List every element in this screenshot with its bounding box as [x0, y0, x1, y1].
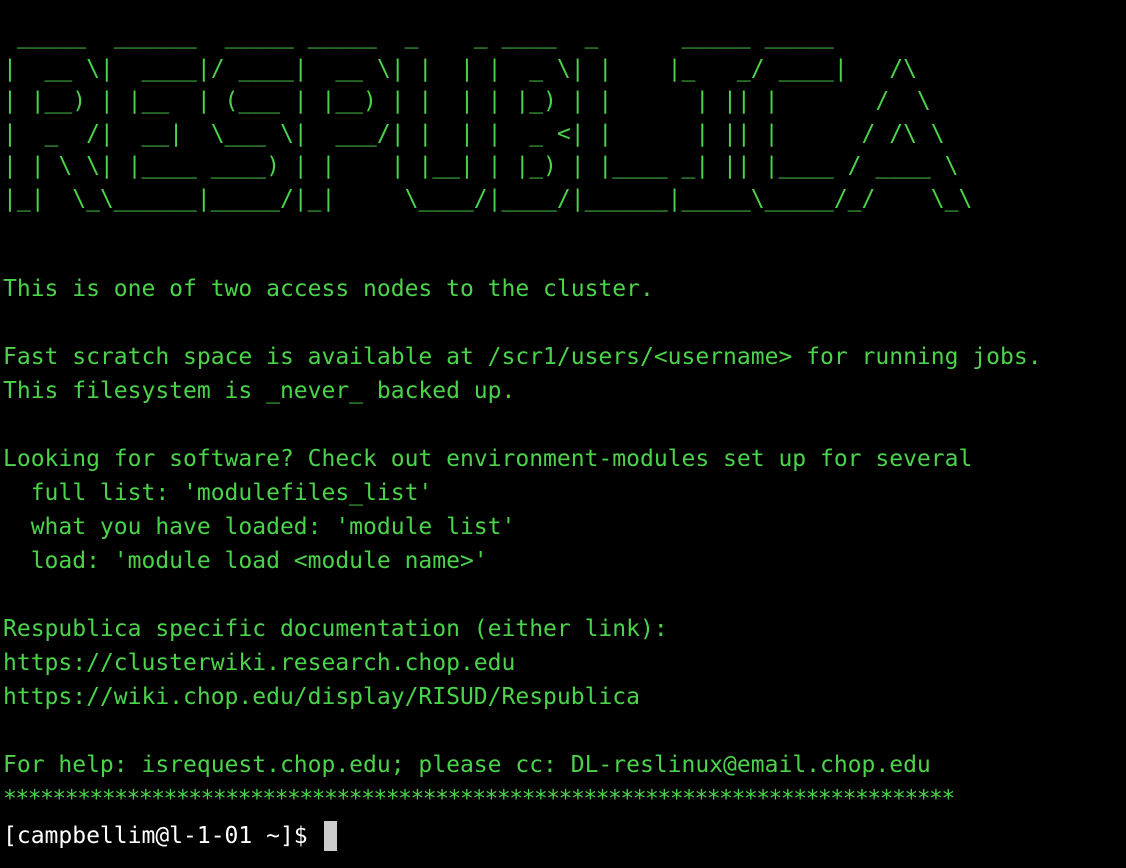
- motd-line: This filesystem is _never_ backed up.: [3, 378, 516, 404]
- doc-link: https://wiki.chop.edu/display/RISUD/Resp…: [3, 684, 640, 710]
- motd-line: Looking for software? Check out environm…: [3, 446, 973, 472]
- motd-line: This is one of two access nodes to the c…: [3, 276, 654, 302]
- ascii-banner: _____ ______ _____ _____ _ _ ____ _ ____…: [3, 20, 1126, 215]
- banner-line: | | \ \| |____ ____) | | | |__| | |_) | …: [3, 153, 959, 179]
- separator-line: ****************************************…: [3, 786, 955, 812]
- motd-line: Respublica specific documentation (eithe…: [3, 616, 668, 642]
- banner-line: | |__) | |__ | (___ | |__) | | | | |_) |…: [3, 88, 931, 114]
- terminal-window[interactable]: _____ ______ _____ _____ _ _ ____ _ ____…: [0, 0, 1126, 868]
- banner-line: _____ ______ _____ _____ _ _ ____ _ ____…: [3, 23, 834, 49]
- cursor-block: [323, 821, 337, 851]
- motd-line: what you have loaded: 'module list': [3, 514, 516, 540]
- banner-line: | _ /| __| \___ \| ___/| | | | _ <| | | …: [3, 120, 945, 147]
- prompt-text: [campbellim@l-1-01 ~]$: [3, 823, 322, 849]
- motd-line: Fast scratch space is available at /scr1…: [3, 344, 1042, 370]
- command-prompt[interactable]: [campbellim@l-1-01 ~]$: [3, 816, 1126, 856]
- motd-line: load: 'module load <module name>': [3, 548, 488, 574]
- doc-link: https://clusterwiki.research.chop.edu: [3, 650, 516, 676]
- motd-line: full list: 'modulefiles_list': [3, 480, 433, 506]
- help-line: For help: isrequest.chop.edu; please cc:…: [3, 752, 931, 778]
- banner-line: | __ \| ____|/ ____| __ \| | | | _ \| | …: [3, 55, 917, 82]
- banner-line: |_| \_\______|_____/|_| \____/|____/|___…: [3, 185, 973, 212]
